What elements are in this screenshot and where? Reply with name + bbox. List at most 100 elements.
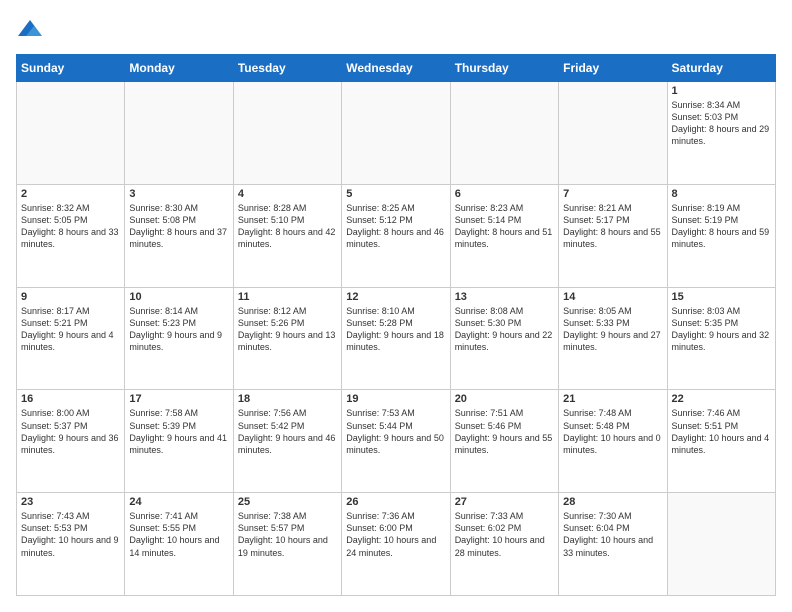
page: SundayMondayTuesdayWednesdayThursdayFrid… — [0, 0, 792, 612]
calendar-header-sunday: Sunday — [17, 55, 125, 82]
day-number: 4 — [238, 188, 337, 200]
calendar-cell-w2d0: 9 Sunrise: 8:17 AM Sunset: 5:21 PM Daylig… — [17, 287, 125, 390]
calendar-cell-w1d1: 3 Sunrise: 8:30 AM Sunset: 5:08 PM Daylig… — [125, 184, 233, 287]
day-number: 16 — [21, 393, 120, 405]
calendar-cell-w4d2: 25 Sunrise: 7:38 AM Sunset: 5:57 PM Dayli… — [233, 493, 341, 596]
calendar-cell-w4d0: 23 Sunrise: 7:43 AM Sunset: 5:53 PM Dayli… — [17, 493, 125, 596]
day-number: 10 — [129, 291, 228, 303]
calendar-cell-w3d0: 16 Sunrise: 8:00 AM Sunset: 5:37 PM Dayli… — [17, 390, 125, 493]
day-info: Sunrise: 7:30 AM Sunset: 6:04 PM Dayligh… — [563, 510, 662, 559]
day-number: 13 — [455, 291, 554, 303]
calendar-cell-w2d2: 11 Sunrise: 8:12 AM Sunset: 5:26 PM Dayli… — [233, 287, 341, 390]
day-number: 22 — [672, 393, 771, 405]
calendar-cell-w0d6: 1 Sunrise: 8:34 AM Sunset: 5:03 PM Daylig… — [667, 82, 775, 185]
calendar-cell-w0d1 — [125, 82, 233, 185]
day-info: Sunrise: 8:30 AM Sunset: 5:08 PM Dayligh… — [129, 202, 228, 251]
calendar-header-tuesday: Tuesday — [233, 55, 341, 82]
day-number: 9 — [21, 291, 120, 303]
day-number: 8 — [672, 188, 771, 200]
day-info: Sunrise: 8:12 AM Sunset: 5:26 PM Dayligh… — [238, 305, 337, 354]
day-number: 6 — [455, 188, 554, 200]
calendar-week-4: 23 Sunrise: 7:43 AM Sunset: 5:53 PM Dayli… — [17, 493, 776, 596]
day-number: 5 — [346, 188, 445, 200]
calendar-cell-w1d5: 7 Sunrise: 8:21 AM Sunset: 5:17 PM Daylig… — [559, 184, 667, 287]
day-info: Sunrise: 8:21 AM Sunset: 5:17 PM Dayligh… — [563, 202, 662, 251]
day-info: Sunrise: 8:28 AM Sunset: 5:10 PM Dayligh… — [238, 202, 337, 251]
calendar-cell-w4d1: 24 Sunrise: 7:41 AM Sunset: 5:55 PM Dayli… — [125, 493, 233, 596]
day-info: Sunrise: 7:58 AM Sunset: 5:39 PM Dayligh… — [129, 407, 228, 456]
day-info: Sunrise: 8:08 AM Sunset: 5:30 PM Dayligh… — [455, 305, 554, 354]
logo — [16, 16, 48, 44]
day-info: Sunrise: 7:51 AM Sunset: 5:46 PM Dayligh… — [455, 407, 554, 456]
day-info: Sunrise: 7:48 AM Sunset: 5:48 PM Dayligh… — [563, 407, 662, 456]
calendar-cell-w2d1: 10Sunrise: 8:14 AM Sunset: 5:23 PM Dayli… — [125, 287, 233, 390]
day-info: Sunrise: 8:05 AM Sunset: 5:33 PM Dayligh… — [563, 305, 662, 354]
day-info: Sunrise: 8:17 AM Sunset: 5:21 PM Dayligh… — [21, 305, 120, 354]
day-info: Sunrise: 8:00 AM Sunset: 5:37 PM Dayligh… — [21, 407, 120, 456]
day-number: 3 — [129, 188, 228, 200]
day-number: 25 — [238, 496, 337, 508]
day-info: Sunrise: 8:23 AM Sunset: 5:14 PM Dayligh… — [455, 202, 554, 251]
day-info: Sunrise: 7:33 AM Sunset: 6:02 PM Dayligh… — [455, 510, 554, 559]
calendar-cell-w1d0: 2 Sunrise: 8:32 AM Sunset: 5:05 PM Daylig… — [17, 184, 125, 287]
day-info: Sunrise: 7:38 AM Sunset: 5:57 PM Dayligh… — [238, 510, 337, 559]
calendar-cell-w0d4 — [450, 82, 558, 185]
day-number: 23 — [21, 496, 120, 508]
calendar-cell-w0d5 — [559, 82, 667, 185]
day-number: 17 — [129, 393, 228, 405]
day-number: 15 — [672, 291, 771, 303]
day-number: 28 — [563, 496, 662, 508]
calendar-week-1: 2 Sunrise: 8:32 AM Sunset: 5:05 PM Daylig… — [17, 184, 776, 287]
day-info: Sunrise: 7:36 AM Sunset: 6:00 PM Dayligh… — [346, 510, 445, 559]
day-number: 18 — [238, 393, 337, 405]
day-info: Sunrise: 8:34 AM Sunset: 5:03 PM Dayligh… — [672, 99, 771, 148]
day-info: Sunrise: 8:32 AM Sunset: 5:05 PM Dayligh… — [21, 202, 120, 251]
day-number: 11 — [238, 291, 337, 303]
day-number: 14 — [563, 291, 662, 303]
calendar-cell-w1d2: 4 Sunrise: 8:28 AM Sunset: 5:10 PM Daylig… — [233, 184, 341, 287]
day-number: 7 — [563, 188, 662, 200]
calendar-header-monday: Monday — [125, 55, 233, 82]
day-number: 19 — [346, 393, 445, 405]
day-number: 24 — [129, 496, 228, 508]
calendar-cell-w2d3: 12Sunrise: 8:10 AM Sunset: 5:28 PM Dayli… — [342, 287, 450, 390]
calendar-cell-w3d3: 19 Sunrise: 7:53 AM Sunset: 5:44 PM Dayli… — [342, 390, 450, 493]
calendar-cell-w0d0 — [17, 82, 125, 185]
calendar-cell-w3d4: 20 Sunrise: 7:51 AM Sunset: 5:46 PM Dayli… — [450, 390, 558, 493]
calendar-header-saturday: Saturday — [667, 55, 775, 82]
day-info: Sunrise: 8:19 AM Sunset: 5:19 PM Dayligh… — [672, 202, 771, 251]
calendar-cell-w4d6 — [667, 493, 775, 596]
day-info: Sunrise: 7:53 AM Sunset: 5:44 PM Dayligh… — [346, 407, 445, 456]
day-info: Sunrise: 7:41 AM Sunset: 5:55 PM Dayligh… — [129, 510, 228, 559]
calendar-cell-w2d6: 15 Sunrise: 8:03 AM Sunset: 5:35 PM Dayli… — [667, 287, 775, 390]
calendar-cell-w4d5: 28 Sunrise: 7:30 AM Sunset: 6:04 PM Dayli… — [559, 493, 667, 596]
calendar-cell-w3d5: 21 Sunrise: 7:48 AM Sunset: 5:48 PM Dayli… — [559, 390, 667, 493]
calendar-week-0: 1 Sunrise: 8:34 AM Sunset: 5:03 PM Daylig… — [17, 82, 776, 185]
day-info: Sunrise: 8:25 AM Sunset: 5:12 PM Dayligh… — [346, 202, 445, 251]
day-info: Sunrise: 7:56 AM Sunset: 5:42 PM Dayligh… — [238, 407, 337, 456]
calendar-header-row: SundayMondayTuesdayWednesdayThursdayFrid… — [17, 55, 776, 82]
calendar-cell-w4d3: 26 Sunrise: 7:36 AM Sunset: 6:00 PM Dayli… — [342, 493, 450, 596]
day-info: Sunrise: 8:10 AM Sunset: 5:28 PM Dayligh… — [346, 305, 445, 354]
calendar-cell-w4d4: 27 Sunrise: 7:33 AM Sunset: 6:02 PM Dayli… — [450, 493, 558, 596]
calendar-cell-w1d4: 6 Sunrise: 8:23 AM Sunset: 5:14 PM Daylig… — [450, 184, 558, 287]
logo-icon — [16, 16, 44, 44]
day-number: 26 — [346, 496, 445, 508]
day-number: 2 — [21, 188, 120, 200]
day-number: 27 — [455, 496, 554, 508]
day-number: 20 — [455, 393, 554, 405]
calendar-week-3: 16 Sunrise: 8:00 AM Sunset: 5:37 PM Dayli… — [17, 390, 776, 493]
day-number: 1 — [672, 85, 771, 97]
calendar-cell-w3d6: 22 Sunrise: 7:46 AM Sunset: 5:51 PM Dayli… — [667, 390, 775, 493]
day-number: 21 — [563, 393, 662, 405]
day-info: Sunrise: 7:43 AM Sunset: 5:53 PM Dayligh… — [21, 510, 120, 559]
calendar-cell-w1d6: 8 Sunrise: 8:19 AM Sunset: 5:19 PM Daylig… — [667, 184, 775, 287]
calendar-cell-w3d2: 18 Sunrise: 7:56 AM Sunset: 5:42 PM Dayli… — [233, 390, 341, 493]
day-info: Sunrise: 8:03 AM Sunset: 5:35 PM Dayligh… — [672, 305, 771, 354]
calendar-header-thursday: Thursday — [450, 55, 558, 82]
day-info: Sunrise: 7:46 AM Sunset: 5:51 PM Dayligh… — [672, 407, 771, 456]
header — [16, 16, 776, 44]
calendar-cell-w2d4: 13 Sunrise: 8:08 AM Sunset: 5:30 PM Dayli… — [450, 287, 558, 390]
calendar-cell-w0d2 — [233, 82, 341, 185]
calendar-table: SundayMondayTuesdayWednesdayThursdayFrid… — [16, 54, 776, 596]
